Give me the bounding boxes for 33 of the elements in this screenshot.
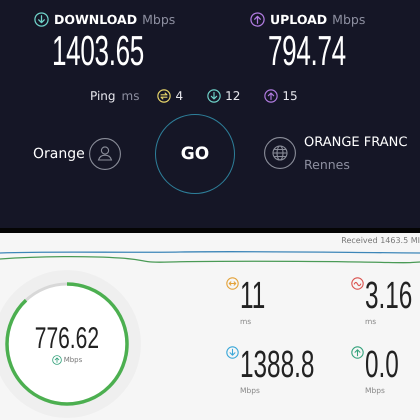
globe-icon[interactable] [264,136,296,168]
download-icon [207,89,222,103]
ping-value: 15 [282,89,298,103]
unit-label: Mbps [142,12,176,26]
speed-value: 794.74 [268,28,346,74]
server-location: Rennes [304,156,351,172]
server-name: ORANGE FRANC [304,134,408,150]
stat-value: 3.16 [365,277,412,315]
speed-value: 1403.65 [52,28,144,74]
download-icon [226,346,239,359]
user-icon[interactable] [88,138,121,170]
stat-value: 0.0 [365,346,399,384]
upload-icon [52,355,62,365]
result-label: DOWNLOAD [54,12,138,26]
unit-label: ms [122,89,140,103]
ping-label: Ping [90,89,116,103]
upload-icon [351,346,364,359]
download-icon [34,12,49,26]
stat-value: 11 [240,277,266,315]
result-label: UPLOAD [270,12,328,26]
provider-name: Orange [33,146,85,162]
wave-icon [351,277,364,290]
stat-value: 1388.8 [240,346,314,384]
go-button[interactable]: GO [155,114,235,194]
received-label: Received 1463.5 MI [341,236,420,247]
swap-arrows-icon [157,89,172,103]
upload-icon [264,89,278,103]
ping-value: 4 [175,89,184,103]
ping-value: 12 [225,89,240,103]
latency-icon [226,277,239,290]
unit-label: Mbps [332,12,366,26]
upload-icon [250,12,265,26]
speed-value: 776.62 [34,323,100,355]
